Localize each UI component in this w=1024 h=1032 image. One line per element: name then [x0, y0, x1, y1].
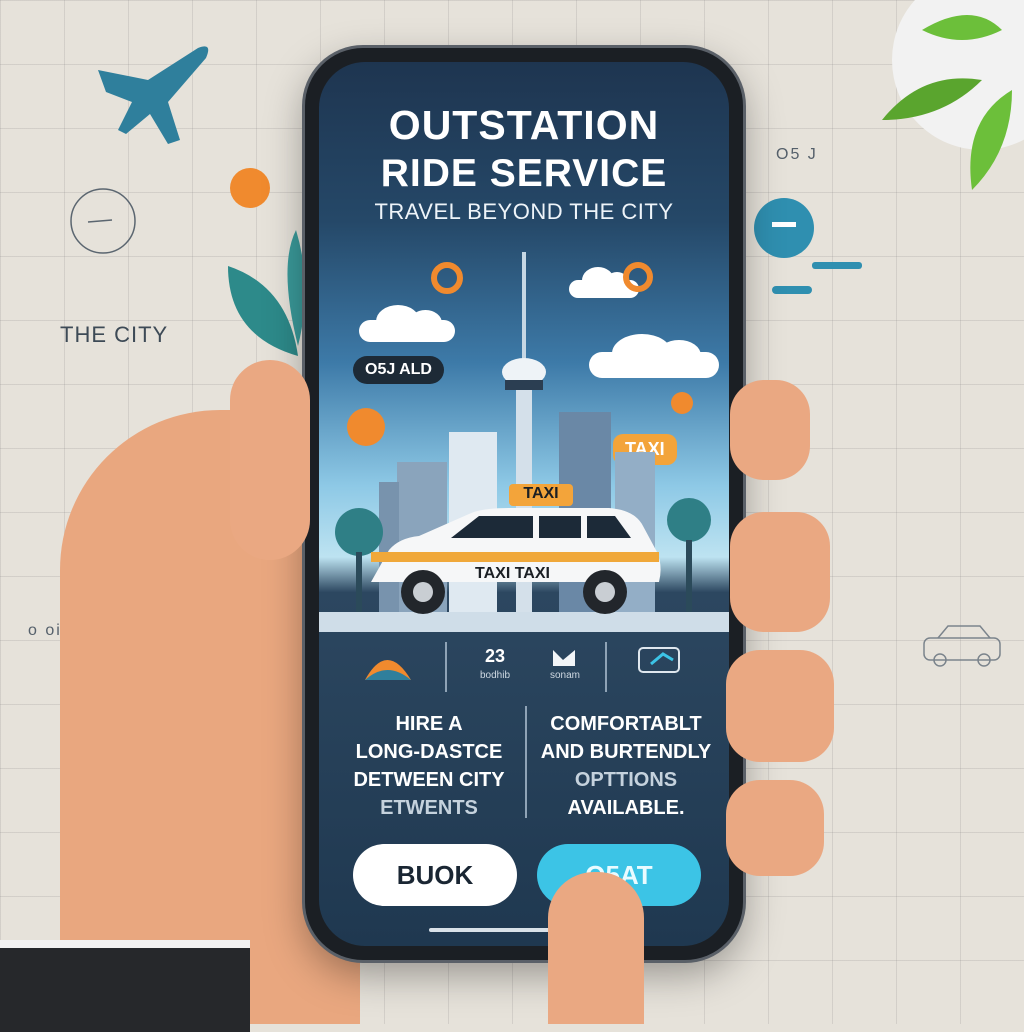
map-pin-icon [754, 198, 862, 294]
counter-label: bodhib [479, 670, 511, 681]
bg-code-right: O5 J [776, 146, 818, 163]
feature-right: COMFORTABLT AND BURTENDLY OPTTIONS AVAIL… [540, 713, 712, 819]
title-line-1: OUTSTATION [388, 102, 660, 148]
seat-icon [553, 650, 575, 666]
car-roof-sign: TAXI [523, 485, 559, 502]
finger [730, 380, 810, 480]
leaf-icon [228, 230, 304, 356]
car-door-text: TAXI TAXI [475, 565, 550, 582]
sleeve [0, 940, 250, 1032]
finger [730, 512, 830, 632]
orange-dot-icon [230, 168, 270, 208]
seat-label: sonam [549, 670, 580, 681]
sunset-icon [365, 660, 411, 680]
subtitle: TRAVEL BEYOND THE CITY [374, 199, 674, 224]
divider [605, 642, 607, 692]
divider [445, 642, 447, 692]
divider [525, 706, 527, 818]
bg-city-label: THE CITY [60, 322, 169, 347]
counter-icon: 23 [484, 646, 506, 666]
plane-icon [98, 46, 209, 145]
car-sketch-icon [923, 625, 1001, 667]
plant-icon [882, 0, 1024, 190]
finger [726, 650, 834, 762]
phone-device: OUTSTATION RIDE SERVICE TRAVEL BEYOND TH… [305, 48, 743, 960]
compass-icon [70, 188, 136, 254]
book-button[interactable]: BUOK [353, 844, 517, 906]
finger [726, 780, 824, 876]
tapping-finger [548, 872, 644, 1024]
title-line-2: RIDE SERVICE [380, 152, 668, 195]
app-screen: OUTSTATION RIDE SERVICE TRAVEL BEYOND TH… [319, 62, 729, 946]
feature-left: HIRE A LONG-DASTCE DETWEEN CITY ETWENTS [353, 713, 505, 819]
thumb [230, 360, 310, 560]
card-icon [638, 647, 680, 673]
